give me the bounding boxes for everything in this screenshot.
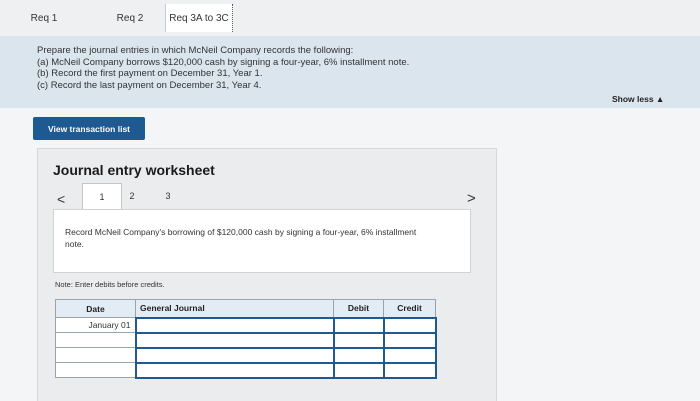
- table-row: [55, 331, 437, 349]
- column-header-date: Date: [55, 299, 136, 318]
- debit-input[interactable]: [332, 316, 385, 334]
- show-less-toggle[interactable]: Show less ▲: [612, 94, 664, 104]
- table-row: January 01: [55, 316, 437, 334]
- journal-entry-worksheet: Journal entry worksheet < 1 2 3 Record M…: [37, 148, 497, 401]
- general-journal-table: Date General Journal Debit Credit Januar…: [55, 299, 437, 379]
- table-header-row: Date General Journal Debit Credit: [55, 299, 436, 318]
- credit-input[interactable]: [382, 346, 437, 364]
- debit-input[interactable]: [332, 361, 385, 379]
- credit-input[interactable]: [382, 316, 437, 334]
- requirement-item-b: (b) Record the first payment on December…: [37, 68, 263, 79]
- credit-input[interactable]: [382, 331, 437, 349]
- table-row: [55, 361, 437, 379]
- requirement-tab-bar: Req 1 Req 2 Req 3A to 3C: [0, 0, 700, 36]
- column-header-credit: Credit: [383, 299, 436, 318]
- entry-note: Note: Enter debits before credits.: [55, 280, 165, 289]
- requirement-item-c: (c) Record the last payment on December …: [37, 79, 262, 91]
- requirement-item-a: (a) McNeil Company borrows $120,000 cash…: [37, 56, 410, 68]
- requirements-intro: Prepare the journal entries in which McN…: [37, 45, 354, 56]
- worksheet-title: Journal entry worksheet: [53, 162, 215, 178]
- credit-input[interactable]: [382, 361, 437, 379]
- date-cell: [55, 332, 136, 348]
- account-input[interactable]: [134, 331, 335, 349]
- column-header-debit: Debit: [333, 299, 384, 318]
- step-tab-1[interactable]: 1: [82, 183, 122, 209]
- tab-req-3a-to-3c[interactable]: Req 3A to 3C: [165, 4, 233, 32]
- account-input[interactable]: [134, 361, 335, 379]
- debit-input[interactable]: [332, 331, 385, 349]
- transaction-description-box: Record McNeil Company's borrowing of $12…: [53, 209, 471, 273]
- date-cell: [55, 347, 136, 363]
- tab-req-1[interactable]: Req 1: [22, 4, 66, 32]
- debit-input[interactable]: [332, 346, 385, 364]
- account-input[interactable]: [134, 316, 335, 334]
- tab-req-2[interactable]: Req 2: [108, 4, 152, 32]
- step-tab-2[interactable]: 2: [122, 183, 142, 209]
- table-row: [55, 346, 437, 364]
- requirements-text: Prepare the journal entries in which McN…: [37, 45, 409, 91]
- step-tab-3[interactable]: 3: [158, 183, 178, 209]
- column-header-general-journal: General Journal: [135, 299, 334, 318]
- account-input[interactable]: [134, 346, 335, 364]
- view-transaction-list-button[interactable]: View transaction list: [33, 117, 145, 140]
- date-cell: January 01: [55, 317, 136, 333]
- transaction-description: Record McNeil Company's borrowing of $12…: [65, 227, 417, 249]
- chevron-right-icon[interactable]: >: [467, 190, 476, 207]
- date-cell: [55, 362, 136, 378]
- requirements-panel: Prepare the journal entries in which McN…: [0, 36, 700, 108]
- chevron-left-icon[interactable]: <: [57, 191, 65, 207]
